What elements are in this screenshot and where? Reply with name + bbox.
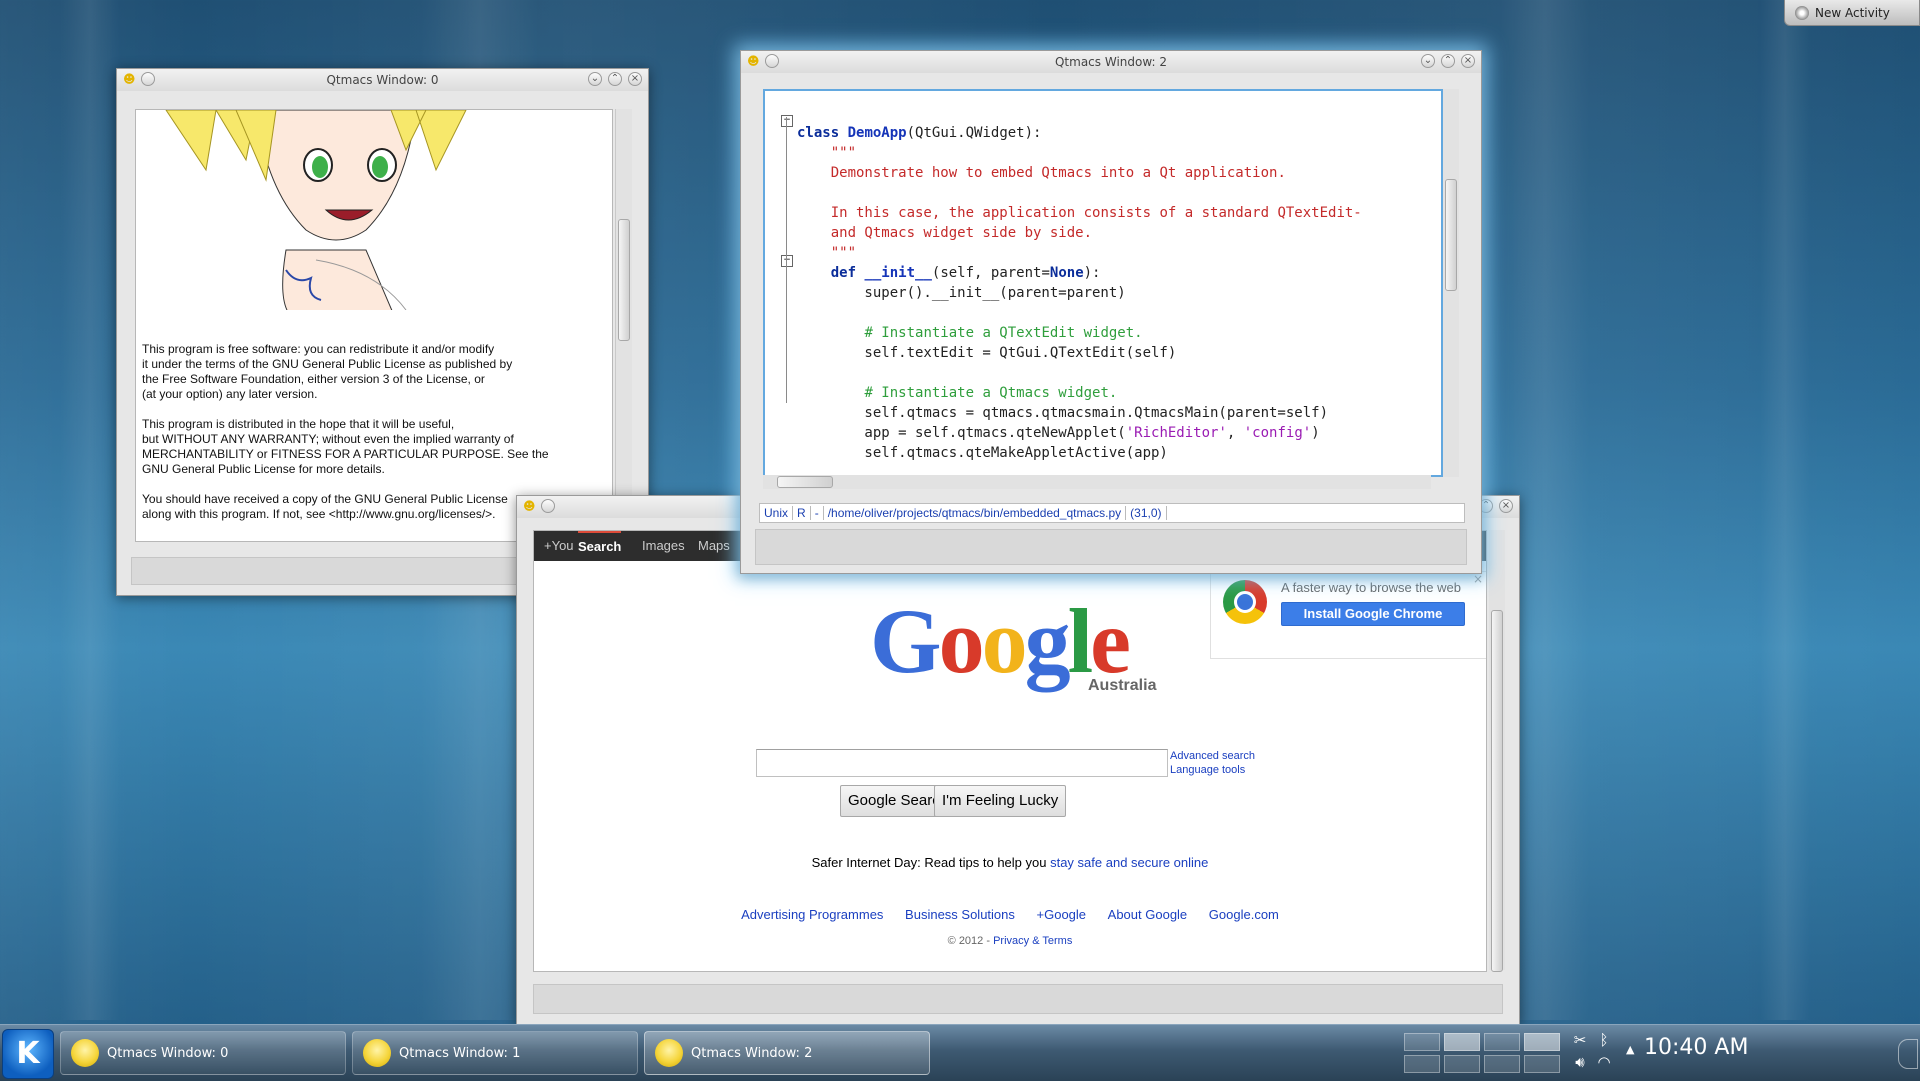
horizontal-scrollbar[interactable]	[763, 475, 1431, 489]
modeline-eol: Unix	[760, 506, 794, 520]
clock[interactable]: 10:40 AM	[1644, 1035, 1748, 1060]
bluetooth-icon[interactable]: ᛒ	[1592, 1031, 1616, 1053]
window-title: Qtmacs Window: 0	[326, 73, 439, 87]
gbar-maps-link[interactable]: Maps	[698, 531, 730, 561]
desktop-5[interactable]	[1404, 1055, 1440, 1073]
modeline-position: (31,0)	[1126, 506, 1167, 520]
close-icon[interactable]: ×	[628, 72, 642, 86]
language-tools-link[interactable]: Language tools	[1170, 763, 1255, 777]
window-titlebar[interactable]: ☻ Qtmacs Window: 0 ⌄ ⌃ ×	[117, 69, 648, 91]
qtmacs-app-icon	[71, 1039, 99, 1067]
task-label: Qtmacs Window: 1	[399, 1045, 521, 1061]
code-editor[interactable]: − − class DemoApp(QtGui.QWidget): """ De…	[763, 89, 1443, 477]
vertical-scrollbar[interactable]	[1443, 89, 1459, 477]
gbar-search-link[interactable]: Search	[578, 531, 622, 563]
task-qtmacs-window-1[interactable]: Qtmacs Window: 1	[352, 1031, 638, 1075]
qtmacs-window-2[interactable]: ☻ Qtmacs Window: 2 ⌄ ⌃ × − − class DemoA…	[740, 50, 1482, 574]
code-text: class DemoApp(QtGui.QWidget): """ Demons…	[797, 125, 1362, 461]
minibuffer[interactable]	[533, 984, 1503, 1014]
modeline-path: /home/oliver/projects/qtmacs/bin/embedde…	[823, 506, 1127, 520]
advanced-search-link[interactable]: Advanced search	[1170, 749, 1255, 763]
desktop-8[interactable]	[1524, 1055, 1560, 1073]
fold-gutter	[786, 117, 787, 403]
close-icon[interactable]: ×	[1499, 499, 1513, 513]
privacy-terms-link[interactable]: Privacy & Terms	[993, 935, 1072, 947]
app-icon[interactable]: ☻	[123, 72, 136, 86]
system-tray: ✂ ᛒ 🔊︎ ◠	[1568, 1031, 1616, 1075]
desktop-3[interactable]	[1484, 1033, 1520, 1051]
new-activity-button[interactable]: New Activity	[1784, 0, 1920, 26]
window-menu-icon[interactable]	[141, 72, 155, 86]
vertical-scrollbar[interactable]	[615, 109, 632, 543]
modeline: Unix R -/home/oliver/projects/qtmacs/bin/e…	[759, 503, 1465, 523]
window-titlebar[interactable]: ☻ Qtmacs Window: 2 ⌄ ⌃ ×	[741, 51, 1481, 73]
fold-marker-icon[interactable]: −	[781, 115, 793, 127]
desktop-7[interactable]	[1484, 1055, 1520, 1073]
plasma-cashew-icon	[1795, 5, 1809, 20]
fold-marker-icon[interactable]: −	[781, 255, 793, 267]
applet-viewport[interactable]: This program is free software: you can r…	[135, 109, 613, 542]
window-title: Qtmacs Window: 2	[1054, 55, 1167, 69]
desktop-4[interactable]	[1524, 1033, 1560, 1051]
footer-links: Advertising Programmes Business Solution…	[534, 907, 1486, 922]
google-com-link[interactable]: Google.com	[1209, 907, 1279, 922]
qtmacs-app-icon	[363, 1039, 391, 1067]
about-google-link[interactable]: About Google	[1108, 907, 1188, 922]
desktop-6[interactable]	[1444, 1055, 1480, 1073]
task-qtmacs-window-2[interactable]: Qtmacs Window: 2	[644, 1031, 930, 1075]
plus-google-link[interactable]: +Google	[1037, 907, 1087, 922]
promo-close-icon[interactable]: ×	[1473, 572, 1483, 586]
window-menu-icon[interactable]	[541, 499, 555, 513]
modeline-sep: -	[810, 506, 824, 520]
task-label: Qtmacs Window: 0	[107, 1045, 229, 1061]
taskbar: K Qtmacs Window: 0 Qtmacs Window: 1 Qtma…	[0, 1024, 1920, 1081]
task-label: Qtmacs Window: 2	[691, 1045, 813, 1061]
safer-internet-notice: Safer Internet Day: Read tips to help yo…	[534, 855, 1486, 870]
chrome-promo: A faster way to browse the web Install G…	[1210, 571, 1486, 659]
advertising-link[interactable]: Advertising Programmes	[741, 907, 883, 922]
kde-menu-button[interactable]: K	[2, 1029, 54, 1079]
gbar-you-link[interactable]: +You	[544, 531, 574, 561]
safer-link[interactable]: stay safe and secure online	[1050, 855, 1208, 870]
panel-cashew-icon[interactable]	[1898, 1039, 1918, 1069]
task-qtmacs-window-0[interactable]: Qtmacs Window: 0	[60, 1031, 346, 1075]
wifi-icon[interactable]: ◠	[1592, 1053, 1616, 1075]
minimize-icon[interactable]: ⌄	[1421, 54, 1435, 68]
web-page[interactable]: +You Search Images Maps Google Australia…	[533, 530, 1487, 972]
desktop-2[interactable]	[1444, 1033, 1480, 1051]
tray-expand-icon[interactable]: ▲	[1626, 1043, 1634, 1056]
qtmacs-app-icon	[655, 1039, 683, 1067]
desktop-1[interactable]	[1404, 1033, 1440, 1051]
maximize-icon[interactable]: ⌃	[608, 72, 622, 86]
safer-text: Safer Internet Day: Read tips to help yo…	[811, 855, 1051, 870]
close-icon[interactable]: ×	[1461, 54, 1475, 68]
scissors-icon[interactable]: ✂	[1568, 1031, 1592, 1053]
app-icon[interactable]: ☻	[747, 54, 760, 68]
qtmacs-window-1[interactable]: ☻ ⌃ × +You Search Images Maps Google Aus…	[516, 495, 1520, 1025]
gbar-images-link[interactable]: Images	[642, 531, 685, 561]
install-chrome-button[interactable]: Install Google Chrome	[1281, 602, 1465, 626]
copyright: © 2012 - Privacy & Terms	[947, 935, 1073, 947]
search-input[interactable]	[756, 749, 1168, 777]
google-logo-subtitle: Australia	[1088, 677, 1157, 694]
business-solutions-link[interactable]: Business Solutions	[905, 907, 1015, 922]
new-activity-label: New Activity	[1815, 5, 1890, 20]
chrome-logo-icon	[1223, 580, 1267, 624]
window-menu-icon[interactable]	[765, 54, 779, 68]
virtual-desktop-pager[interactable]	[1404, 1033, 1560, 1073]
app-icon[interactable]: ☻	[523, 499, 536, 513]
google-logo: Google	[870, 590, 1131, 692]
vertical-scrollbar[interactable]	[1489, 530, 1505, 972]
minimize-icon[interactable]: ⌄	[588, 72, 602, 86]
promo-text: A faster way to browse the web	[1281, 580, 1461, 595]
minibuffer[interactable]	[755, 529, 1467, 565]
maximize-icon[interactable]: ⌃	[1441, 54, 1455, 68]
volume-icon[interactable]: 🔊︎	[1568, 1053, 1592, 1075]
feeling-lucky-button[interactable]: I'm Feeling Lucky	[934, 785, 1067, 817]
modeline-mode: R	[793, 506, 811, 520]
anime-character-image	[165, 110, 467, 310]
